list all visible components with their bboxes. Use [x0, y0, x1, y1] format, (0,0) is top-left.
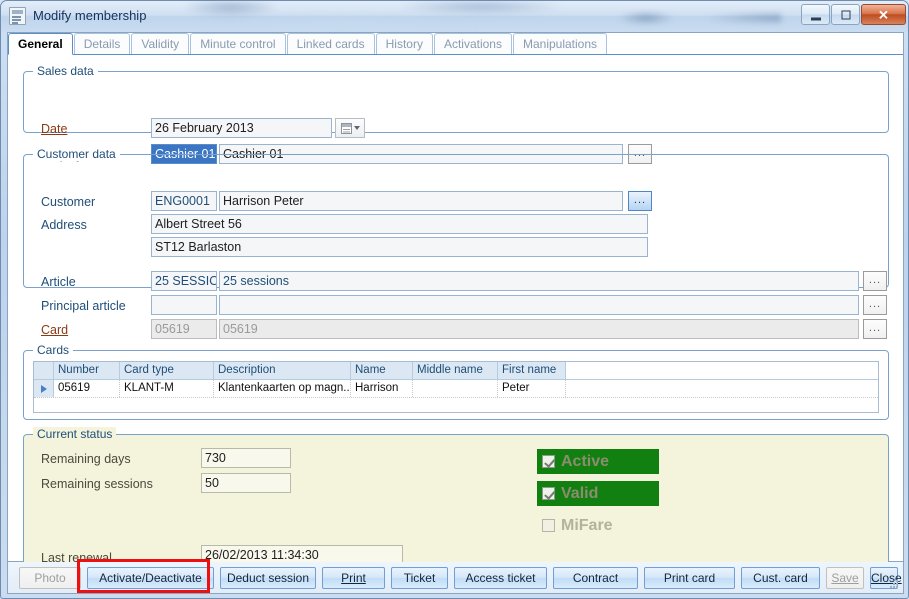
tab-activations[interactable]: Activations	[433, 33, 512, 54]
photo-button: Photo	[19, 567, 81, 589]
cust-card-button[interactable]: Cust. card	[741, 567, 820, 589]
principal-article-browse-button[interactable]: ...	[863, 295, 887, 315]
cards-grid-header-name[interactable]: Name	[351, 362, 413, 379]
status-badge-mifare[interactable]: MiFare	[537, 513, 659, 538]
mifare-label: MiFare	[561, 516, 613, 534]
remaining-sessions-label: Remaining sessions	[41, 477, 153, 491]
cell-number: 05619	[54, 380, 120, 397]
address-line2-input[interactable]: ST12 Barlaston	[151, 237, 648, 257]
save-button: Save	[826, 567, 864, 589]
title-bar[interactable]: Modify membership ✕	[1, 1, 908, 32]
access-ticket-button[interactable]: Access ticket	[454, 567, 547, 589]
contract-button[interactable]: Contract	[553, 567, 638, 589]
ticket-button[interactable]: Ticket	[391, 567, 448, 589]
customer-name-input[interactable]: Harrison Peter	[219, 191, 623, 211]
tab-linked-cards[interactable]: Linked cards	[286, 33, 375, 54]
status-badge-active[interactable]: Active	[537, 449, 659, 474]
print-card-button[interactable]: Print card	[644, 567, 735, 589]
table-row[interactable]: 05619 KLANT-M Klantenkaarten op magn... …	[34, 380, 878, 398]
general-tab-panel: Sales data Date 26 February 2013 Employe…	[8, 55, 903, 571]
cards-grid-header-indicator	[34, 362, 54, 379]
window-controls: ✕	[800, 4, 906, 25]
active-checkbox[interactable]	[542, 455, 555, 468]
card-code-input: 05619	[151, 319, 217, 339]
cell-first-name: Peter	[498, 380, 566, 397]
principal-article-code-input[interactable]	[151, 295, 217, 315]
cards-grid-header-row: Number Card type Description Name Middle…	[34, 362, 878, 380]
maximize-button[interactable]	[831, 4, 860, 25]
customer-code-input[interactable]: ENG0001	[151, 191, 217, 211]
status-badge-valid[interactable]: Valid	[537, 481, 659, 506]
save-button-label: Save	[831, 571, 859, 585]
footer-button-bar: Photo Activate/Deactivate Deduct session…	[7, 562, 904, 594]
mifare-checkbox[interactable]	[542, 519, 555, 532]
article-label: Article	[41, 275, 76, 289]
print-button[interactable]: Print	[322, 567, 385, 589]
card-browse-button[interactable]: ...	[863, 319, 887, 339]
modify-membership-window: Modify membership ✕ General Details Vali…	[0, 0, 909, 599]
tab-minute-control[interactable]: Minute control	[190, 33, 286, 54]
tab-general[interactable]: General	[8, 33, 73, 55]
tab-strip: General Details Validity Minute control …	[8, 33, 903, 55]
cards-grid-header-number[interactable]: Number	[54, 362, 120, 379]
resize-grip-icon[interactable]	[888, 578, 900, 590]
remaining-days-input[interactable]: 730	[201, 448, 291, 468]
cards-legend: Cards	[33, 343, 74, 357]
principal-article-name-input[interactable]	[219, 295, 859, 315]
remaining-days-label: Remaining days	[41, 452, 131, 466]
deduct-session-button[interactable]: Deduct session	[220, 567, 316, 589]
article-name-input[interactable]: 25 sessions	[219, 271, 859, 291]
title-bar-blurred-watermark	[141, 1, 781, 32]
valid-label: Valid	[561, 484, 599, 502]
article-browse-button[interactable]: ...	[863, 271, 887, 291]
address-line1-input[interactable]: Albert Street 56	[151, 214, 648, 234]
row-indicator-cell	[34, 380, 54, 397]
active-label: Active	[561, 452, 610, 470]
remaining-sessions-input[interactable]: 50	[201, 473, 291, 493]
address-label: Address	[41, 218, 87, 232]
current-status-legend: Current status	[33, 427, 117, 441]
tab-history[interactable]: History	[375, 33, 433, 54]
customer-data-legend: Customer data	[33, 147, 120, 161]
form-document-icon	[9, 7, 26, 25]
principal-article-label: Principal article	[41, 299, 126, 313]
current-status-group: Current status	[23, 427, 889, 571]
activate-deactivate-button[interactable]: Activate/Deactivate	[87, 567, 214, 589]
cell-name: Harrison	[351, 380, 413, 397]
card-name-input: 05619	[219, 319, 859, 339]
customer-label: Customer	[41, 195, 96, 209]
tab-validity[interactable]: Validity	[131, 33, 190, 54]
close-icon: ✕	[878, 7, 889, 22]
close-window-button[interactable]: ✕	[861, 4, 906, 25]
cards-grid-header-filler	[566, 362, 878, 379]
client-area: General Details Validity Minute control …	[7, 32, 904, 571]
tab-manipulations[interactable]: Manipulations	[512, 33, 608, 54]
tab-details[interactable]: Details	[73, 33, 131, 54]
cards-grid-header-description[interactable]: Description	[214, 362, 351, 379]
cards-grid-header-first-name[interactable]: First name	[498, 362, 566, 379]
cell-card-type: KLANT-M	[120, 380, 214, 397]
cell-description: Klantenkaarten op magn...	[214, 380, 351, 397]
chevron-down-icon	[353, 126, 360, 130]
window-title: Modify membership	[33, 8, 147, 23]
cell-middle-name	[413, 380, 498, 397]
cards-grid-header-middle-name[interactable]: Middle name	[413, 362, 498, 379]
date-label[interactable]: Date	[41, 121, 67, 137]
card-label[interactable]: Card	[41, 322, 68, 338]
article-code-input[interactable]: 25 SESSIO	[151, 271, 217, 291]
cell-filler	[566, 380, 878, 397]
cards-grid-header-card-type[interactable]: Card type	[120, 362, 214, 379]
valid-checkbox[interactable]	[542, 487, 555, 500]
customer-browse-button[interactable]: ...	[628, 191, 652, 211]
current-row-arrow-icon	[40, 384, 47, 393]
sales-data-legend: Sales data	[33, 64, 98, 78]
minimize-button[interactable]	[801, 4, 830, 25]
calendar-icon	[340, 122, 352, 134]
date-input[interactable]: 26 February 2013	[151, 118, 332, 138]
cards-grid[interactable]: Number Card type Description Name Middle…	[33, 361, 879, 413]
date-picker-button[interactable]	[335, 118, 365, 138]
print-button-label: Print	[341, 571, 366, 585]
